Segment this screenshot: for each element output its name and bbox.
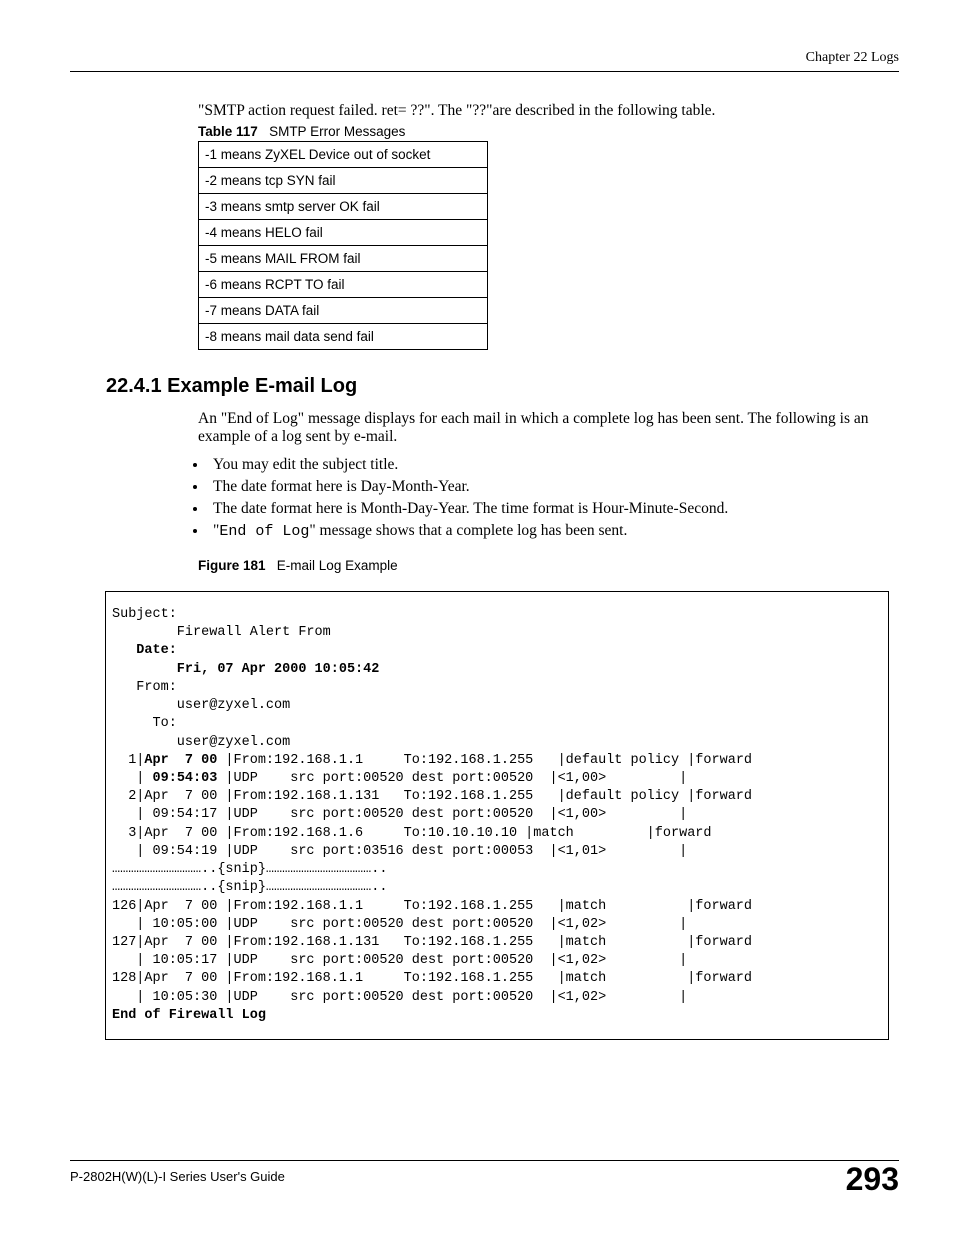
log-line: ……………………………..{snip}…………………………………..: [112, 880, 387, 895]
page-number: 293: [846, 1161, 899, 1198]
log-line: | 10:05:17 |UDP src port:00520 dest port…: [112, 953, 760, 968]
log-line: 128|Apr 7 00 |From:192.168.1.1 To:192.16…: [112, 971, 752, 986]
list-item: You may edit the subject title.: [208, 456, 899, 474]
log-line: 126|Apr 7 00 |From:192.168.1.1 To:192.16…: [112, 899, 752, 914]
table-row: -6 means RCPT TO fail: [199, 272, 488, 298]
log-line: user@zyxel.com: [112, 735, 290, 750]
log-line: Date:: [112, 643, 185, 658]
figure-caption: Figure 181 E-mail Log Example: [198, 558, 899, 573]
log-line: | 09:54:17 |UDP src port:00520 dest port…: [112, 807, 760, 822]
section-paragraph: An "End of Log" message displays for eac…: [198, 410, 889, 446]
log-line: Firewall Alert From: [112, 625, 339, 640]
table-row: -4 means HELO fail: [199, 220, 488, 246]
table-row: -8 means mail data send fail: [199, 324, 488, 350]
log-line: 2|Apr 7 00 |From:192.168.1.131 To:192.16…: [112, 789, 752, 804]
table-number: Table 117: [198, 124, 258, 139]
figure-number: Figure 181: [198, 558, 266, 573]
intro-paragraph: "SMTP action request failed. ret= ??". T…: [198, 102, 899, 120]
bullet-text: " message shows that a complete log has …: [309, 522, 627, 539]
log-line: Apr 7 00: [144, 753, 217, 768]
log-line: From:: [112, 680, 185, 695]
code-text: End of Log: [219, 523, 309, 540]
table-row: -5 means MAIL FROM fail: [199, 246, 488, 272]
table-row: -7 means DATA fail: [199, 298, 488, 324]
list-item: The date format here is Day-Month-Year.: [208, 478, 899, 496]
list-item: "End of Log" message shows that a comple…: [208, 522, 899, 540]
email-log-example: Subject: Firewall Alert From Date: Fri, …: [105, 591, 889, 1040]
table-row: -1 means ZyXEL Device out of socket: [199, 142, 488, 168]
table-row: -3 means smtp server OK fail: [199, 194, 488, 220]
log-line: | 09:54:19 |UDP src port:03516 dest port…: [112, 844, 760, 859]
divider: [70, 71, 899, 72]
log-line: 09:54:03: [153, 771, 218, 786]
log-line: Fri, 07 Apr 2000 10:05:42: [112, 662, 379, 677]
log-line: 3|Apr 7 00 |From:192.168.1.6 To:10.10.10…: [112, 826, 712, 841]
list-item: The date format here is Month-Day-Year. …: [208, 500, 899, 518]
table-row: -2 means tcp SYN fail: [199, 168, 488, 194]
log-line: | 10:05:00 |UDP src port:00520 dest port…: [112, 917, 760, 932]
log-line: | 10:05:30 |UDP src port:00520 dest port…: [112, 990, 760, 1005]
section-heading: 22.4.1 Example E-mail Log: [106, 375, 899, 398]
figure-title: E-mail Log Example: [277, 558, 398, 573]
log-line: 1|: [112, 753, 144, 768]
chapter-title: Chapter 22 Logs: [70, 50, 899, 66]
table-caption: Table 117 SMTP Error Messages: [198, 124, 899, 139]
guide-title: P-2802H(W)(L)-I Series User's Guide: [70, 1169, 285, 1184]
page-footer: P-2802H(W)(L)-I Series User's Guide 293: [70, 1160, 899, 1198]
bullet-list: You may edit the subject title. The date…: [208, 456, 899, 540]
log-line: ……………………………..{snip}…………………………………..: [112, 862, 387, 877]
smtp-error-table: -1 means ZyXEL Device out of socket -2 m…: [198, 141, 488, 350]
table-title: SMTP Error Messages: [269, 124, 405, 139]
log-line: user@zyxel.com: [112, 698, 290, 713]
log-line: Subject:: [112, 607, 177, 622]
log-line: 127|Apr 7 00 |From:192.168.1.131 To:192.…: [112, 935, 752, 950]
log-line: |From:192.168.1.1 To:192.168.1.255 |defa…: [217, 753, 752, 768]
log-line: |: [112, 771, 153, 786]
log-line: End of Firewall Log: [112, 1008, 266, 1023]
log-line: |UDP src port:00520 dest port:00520 |<1,…: [217, 771, 760, 786]
log-line: To:: [112, 716, 185, 731]
